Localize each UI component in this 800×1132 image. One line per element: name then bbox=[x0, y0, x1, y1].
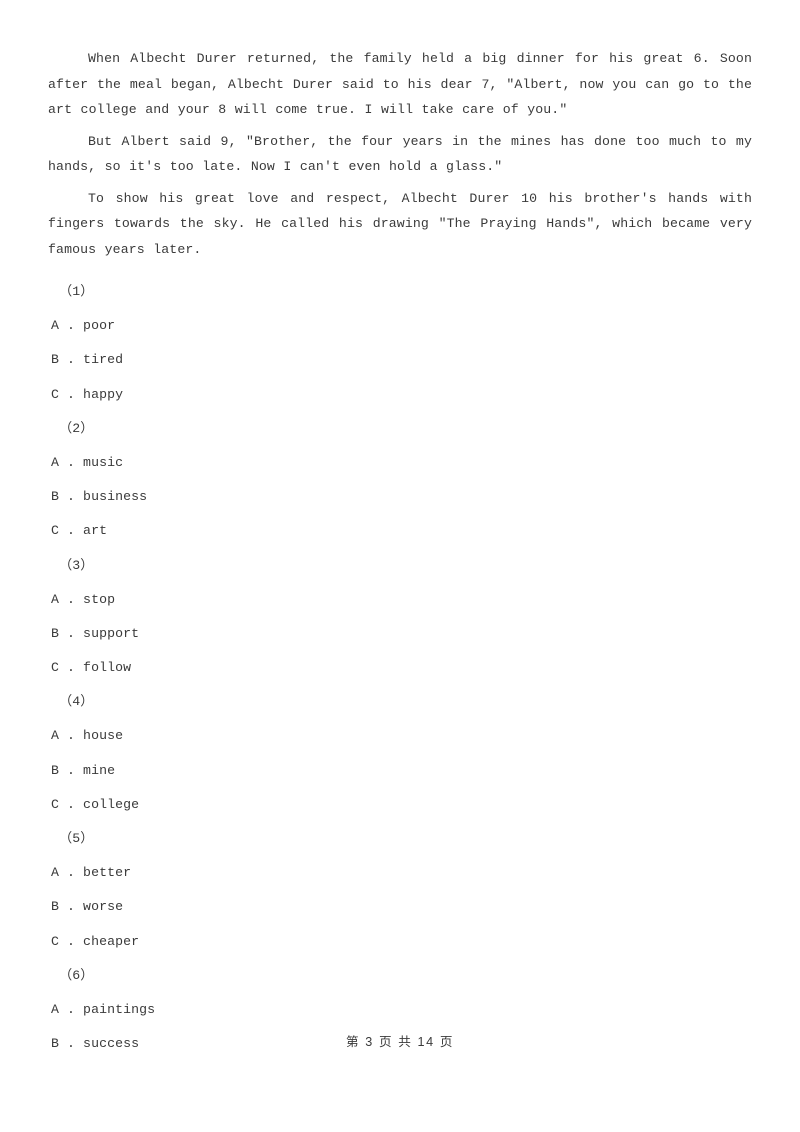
question-number: （1） bbox=[59, 284, 94, 299]
question-option[interactable]: A . paintings bbox=[48, 993, 752, 1027]
question-block: （5） A . better B . worse C . cheaper bbox=[48, 822, 752, 959]
question-option[interactable]: B . tired bbox=[48, 343, 752, 377]
question-option[interactable]: A . stop bbox=[48, 583, 752, 617]
question-block: （1） A . poor B . tired C . happy bbox=[48, 275, 752, 412]
question-option[interactable]: C . follow bbox=[48, 651, 752, 685]
question-option[interactable]: C . art bbox=[48, 514, 752, 548]
question-option[interactable]: B . support bbox=[48, 617, 752, 651]
document-content: When Albecht Durer returned, the family … bbox=[48, 46, 752, 1061]
question-block: （2） A . music B . business C . art bbox=[48, 412, 752, 549]
question-option[interactable]: B . mine bbox=[48, 754, 752, 788]
question-option[interactable]: C . college bbox=[48, 788, 752, 822]
question-number: （4） bbox=[59, 694, 94, 710]
question-option[interactable]: B . worse bbox=[48, 890, 752, 924]
page-footer: 第 3 页 共 14 页 bbox=[345, 1035, 455, 1049]
question-option[interactable]: A . better bbox=[48, 856, 752, 890]
question-option[interactable]: A . music bbox=[48, 446, 752, 480]
question-block: （3） A . stop B . support C . follow bbox=[48, 549, 752, 686]
question-option[interactable]: C . cheaper bbox=[48, 925, 752, 959]
document-page: When Albecht Durer returned, the family … bbox=[0, 0, 800, 1132]
question-option[interactable]: C . happy bbox=[48, 378, 752, 412]
question-number: （5） bbox=[59, 831, 94, 846]
paragraph: To show his great love and respect, Albe… bbox=[48, 190, 752, 257]
question-number: （2） bbox=[59, 420, 94, 436]
question-option[interactable]: B . business bbox=[48, 480, 752, 514]
paragraph: When Albecht Durer returned, the family … bbox=[48, 51, 752, 117]
question-option[interactable]: A . house bbox=[48, 719, 752, 753]
question-list: （1） A . poor B . tired C . happy （2） A .… bbox=[48, 275, 752, 1061]
paragraph: But Albert said 9, "Brother, the four ye… bbox=[48, 133, 752, 175]
question-number: （6） bbox=[59, 967, 94, 983]
question-block: （4） A . house B . mine C . college bbox=[48, 685, 752, 822]
question-number: （3） bbox=[59, 557, 94, 573]
question-option[interactable]: A . poor bbox=[48, 309, 752, 343]
